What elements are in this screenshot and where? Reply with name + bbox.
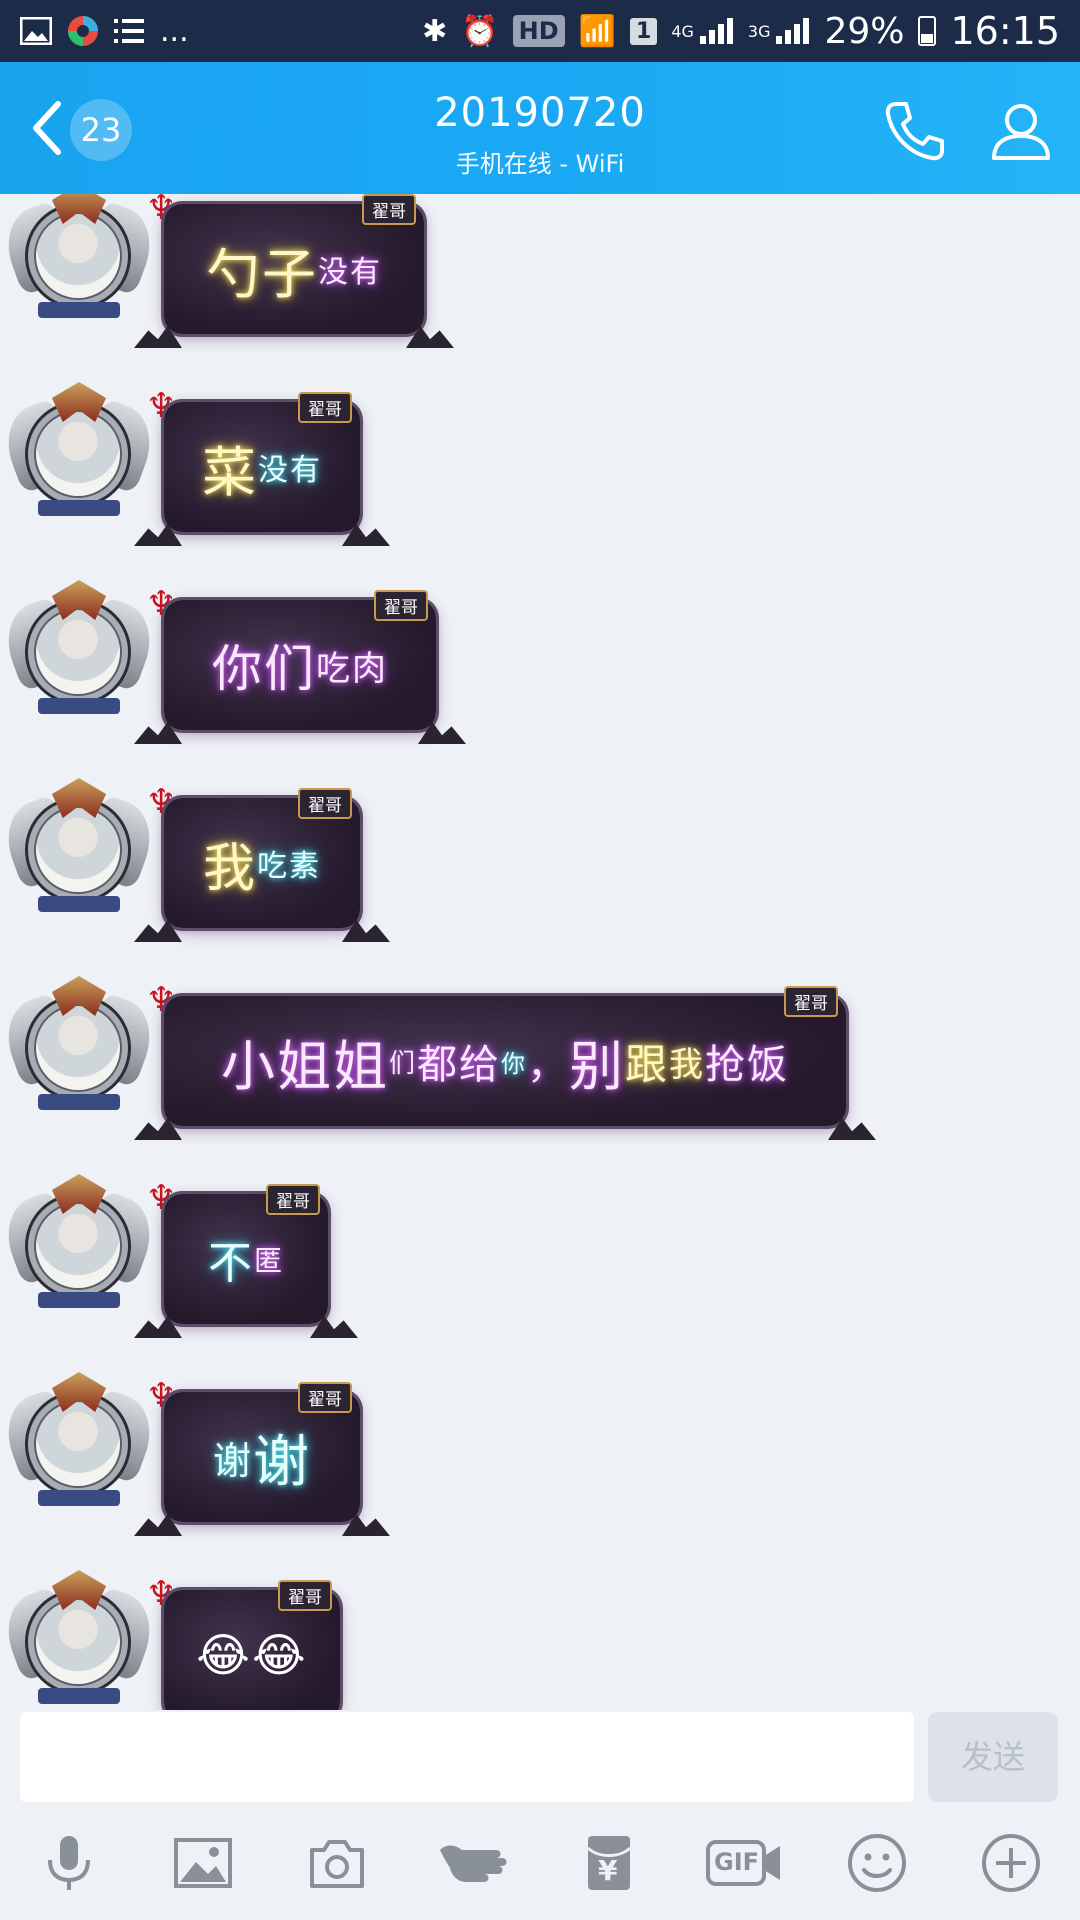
wifi-icon: 📶 xyxy=(578,13,616,49)
message-bubble[interactable]: 翟哥我吃素 xyxy=(164,788,360,928)
avatar[interactable] xyxy=(0,194,162,320)
more-notifications: ... xyxy=(160,13,189,49)
message-bubble[interactable]: 翟哥谢谢 xyxy=(164,1382,360,1522)
microphone-icon[interactable] xyxy=(34,1828,104,1898)
message-text: 谢谢 xyxy=(164,1392,360,1522)
message-row: ♆ 翟哥 勺子 没有 xyxy=(0,194,1080,388)
message-row: ♆ 翟哥谢谢 xyxy=(0,1372,1080,1576)
message-text: 菜没有 xyxy=(164,402,360,532)
message-bubble[interactable]: 翟哥 😂😂 xyxy=(164,1580,340,1710)
message-row: ♆ 翟哥 😂😂 xyxy=(0,1570,1080,1710)
send-button[interactable]: 发送 xyxy=(928,1712,1058,1802)
message-text: 你们 吃肉 xyxy=(164,600,436,730)
message-row: ♆ 翟哥不匿 xyxy=(0,1174,1080,1378)
message-row: ♆ 翟哥菜没有 xyxy=(0,382,1080,586)
avatar[interactable] xyxy=(0,1372,162,1508)
message-text: 勺子 没有 xyxy=(164,204,424,334)
message-text: 不匿 xyxy=(164,1194,328,1324)
bluetooth-icon: ✱ xyxy=(422,13,448,49)
message-text-part: 勺子 xyxy=(206,242,318,306)
message-text-part: 小姐姐 xyxy=(220,1034,389,1098)
gif-icon[interactable]: GIF xyxy=(704,1828,786,1898)
message-text-part: 我 xyxy=(202,838,257,899)
status-bar: ... ✱ ⏰ HD 📶 1 4G 3G 29% 16:15 xyxy=(0,0,1080,62)
chat-header: 23 20190720 手机在线 - WiFi xyxy=(0,62,1080,194)
message-text-part: 匿 xyxy=(253,1244,284,1277)
message-text-part: 不 xyxy=(207,1238,254,1289)
message-input[interactable] xyxy=(20,1712,914,1802)
avatar[interactable] xyxy=(0,1174,162,1310)
message-text-part: 抢饭 xyxy=(705,1042,790,1088)
list-icon xyxy=(114,19,144,43)
message-text-part: 都给 xyxy=(417,1042,501,1088)
emoji-icon[interactable] xyxy=(842,1828,912,1898)
message-text-part: 没有 xyxy=(258,453,322,488)
message-bubble[interactable]: 翟哥 你们 吃肉 xyxy=(164,590,436,730)
message-text: 小姐姐们都给你，别跟我抢饭 xyxy=(164,996,846,1126)
message-text-part: 我 xyxy=(669,1044,706,1085)
message-list[interactable]: ♆ 翟哥 勺子 没有 ♆ 翟哥菜没有 ♆ 翟哥 你们 吃肉 ♆ 翟哥我吃素 ♆ 翟哥 小姐姐们都给你，别跟我… xyxy=(0,194,1080,1710)
yen-label: ¥ xyxy=(598,1854,618,1887)
message-text: 😂😂 xyxy=(164,1590,340,1710)
red-packet-icon[interactable]: ¥ xyxy=(574,1828,644,1898)
message-text-part: 菜 xyxy=(202,440,258,504)
message-text-part: 吃素 xyxy=(257,849,321,884)
app-icon xyxy=(68,16,98,46)
image-icon[interactable] xyxy=(168,1828,238,1898)
message-bubble[interactable]: 翟哥不匿 xyxy=(164,1184,328,1324)
message-text-part: 你 xyxy=(501,1049,527,1078)
profile-icon[interactable] xyxy=(986,96,1056,166)
message-bubble[interactable]: 翟哥菜没有 xyxy=(164,392,360,532)
battery-percent: 29% xyxy=(824,10,905,52)
plus-icon[interactable] xyxy=(976,1828,1046,1898)
gallery-icon xyxy=(20,17,52,45)
message-text-part: 没有 xyxy=(318,255,382,290)
message-text-part: ， xyxy=(527,1042,569,1088)
gif-label: GIF xyxy=(714,1848,760,1876)
signal-icon xyxy=(699,18,734,44)
message-text: 我吃素 xyxy=(164,798,360,928)
sim-badge: 1 xyxy=(630,17,658,45)
avatar[interactable] xyxy=(0,1570,162,1706)
message-text-part: 😂😂 xyxy=(196,1628,308,1682)
signal-icon-2 xyxy=(776,18,810,44)
camera-icon[interactable] xyxy=(302,1828,372,1898)
network-3g-label: 3G xyxy=(747,21,771,41)
poke-icon[interactable] xyxy=(436,1828,516,1898)
avatar[interactable] xyxy=(0,976,162,1112)
avatar[interactable] xyxy=(0,382,162,518)
message-text-part: 谢 xyxy=(253,1429,311,1495)
message-text-part: 吃肉 xyxy=(316,648,388,689)
phone-icon[interactable] xyxy=(880,96,950,166)
hd-badge: HD xyxy=(512,15,565,47)
message-text-part: 你们 xyxy=(212,640,316,698)
message-row: ♆ 翟哥 小姐姐们都给你，别跟我抢饭 xyxy=(0,976,1080,1180)
avatar[interactable] xyxy=(0,778,162,914)
message-row: ♆ 翟哥我吃素 xyxy=(0,778,1080,982)
message-text-part: 谢 xyxy=(212,1438,253,1483)
input-bar: 发送 ¥ GIF xyxy=(0,1710,1080,1920)
message-bubble[interactable]: 翟哥 勺子 没有 xyxy=(164,194,424,334)
avatar[interactable] xyxy=(0,580,162,716)
alarm-icon: ⏰ xyxy=(461,13,499,49)
battery-icon xyxy=(918,16,937,46)
chat-toolbar: ¥ GIF xyxy=(0,1828,1080,1914)
message-text-part: 跟 xyxy=(625,1039,670,1089)
clock: 16:15 xyxy=(950,9,1060,53)
message-bubble[interactable]: 翟哥 小姐姐们都给你，别跟我抢饭 xyxy=(164,986,846,1126)
message-text-part: 们 xyxy=(388,1048,417,1079)
message-text-part: 别 xyxy=(569,1034,625,1098)
message-row: ♆ 翟哥 你们 吃肉 xyxy=(0,580,1080,784)
network-4g-label: 4G xyxy=(671,21,694,41)
